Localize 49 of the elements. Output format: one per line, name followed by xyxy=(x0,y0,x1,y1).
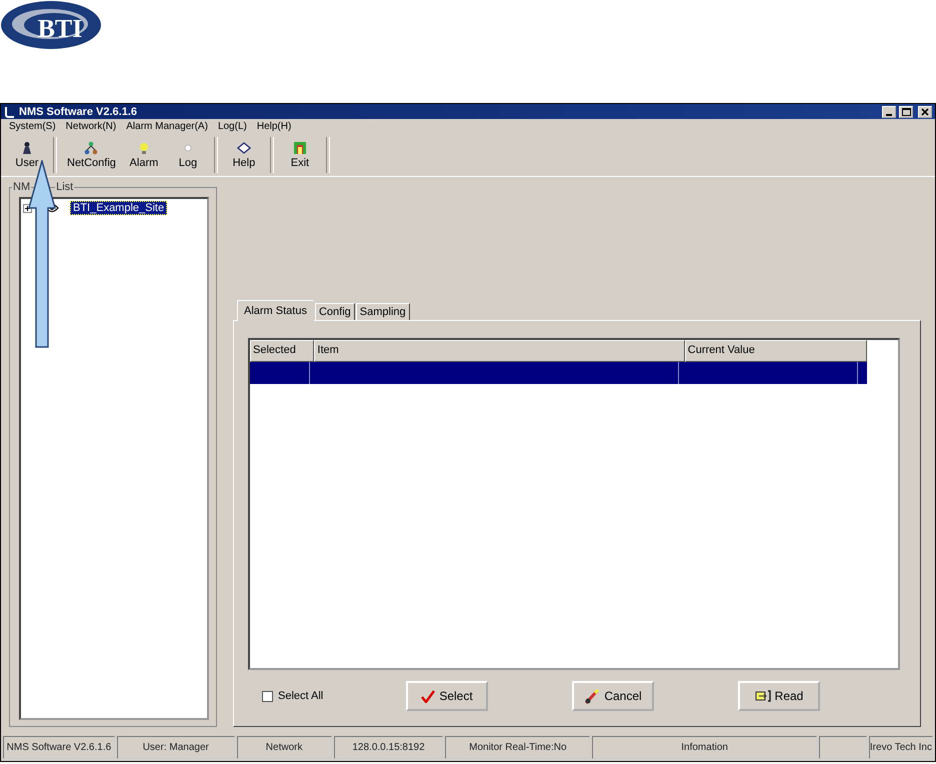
column-header[interactable]: Item xyxy=(314,340,685,362)
action-button[interactable]: Read xyxy=(738,681,820,711)
exit-icon xyxy=(292,141,307,155)
person-icon xyxy=(20,141,34,155)
window-title: NMS Software V2.6.1.6 xyxy=(19,106,137,118)
close-button[interactable] xyxy=(918,106,932,118)
read-icon xyxy=(754,690,771,702)
menu-item[interactable]: Network(N) xyxy=(66,121,116,132)
toolbar-button[interactable]: Help xyxy=(222,134,266,176)
tab[interactable]: Alarm Status xyxy=(237,300,314,321)
app-icon xyxy=(4,106,16,118)
status-pane: NMS Software V2.6.1.6 xyxy=(3,736,115,759)
tab[interactable]: Sampling xyxy=(356,303,410,320)
minimize-button[interactable] xyxy=(882,106,896,118)
pencil-icon xyxy=(584,688,600,704)
checkbox[interactable] xyxy=(262,690,273,702)
toolbar-button[interactable]: Alarm xyxy=(122,134,166,176)
status-pane: Network xyxy=(236,736,332,759)
checkmark-icon xyxy=(421,690,436,702)
toolbar-button[interactable]: NetConfig xyxy=(61,134,122,176)
maximize-button[interactable] xyxy=(899,106,913,118)
status-pane: Infomation xyxy=(592,736,817,759)
group-label: List xyxy=(55,181,74,193)
toolbar-button[interactable]: Log xyxy=(166,134,210,176)
status-pane: 128.0.0.15:8192 xyxy=(334,736,444,759)
menu-item[interactable]: System(S) xyxy=(9,121,56,132)
checkbox-label: Select All xyxy=(278,690,324,702)
status-pane: Monitor Real-Time:No xyxy=(445,736,590,759)
toolbar-button[interactable]: User xyxy=(5,134,49,176)
minimize-icon xyxy=(886,114,892,116)
column-header[interactable]: Selected xyxy=(250,340,314,362)
status-pane xyxy=(818,736,867,759)
group-label: NM xyxy=(12,181,32,193)
tree-item[interactable]: BTI_Example_Site xyxy=(70,201,168,215)
menu-item[interactable]: Help(H) xyxy=(256,121,292,132)
toolbar-button[interactable]: Exit xyxy=(278,134,322,176)
menu-item[interactable]: Log(L) xyxy=(218,121,247,132)
close-icon xyxy=(921,108,929,116)
maximize-icon xyxy=(902,108,910,116)
column-header[interactable]: Current Value xyxy=(684,340,867,362)
tab[interactable]: Config xyxy=(314,303,355,320)
action-button[interactable]: Select xyxy=(406,681,488,711)
status-pane: User: Manager xyxy=(116,736,235,759)
menu-item[interactable]: Alarm Manager(A) xyxy=(126,121,208,132)
company-logo: BTI xyxy=(0,0,102,50)
action-button[interactable]: Cancel xyxy=(572,681,654,711)
network-icon xyxy=(84,141,98,155)
status-pane: Irevo Tech Inc xyxy=(868,736,933,759)
help-icon xyxy=(236,141,251,155)
